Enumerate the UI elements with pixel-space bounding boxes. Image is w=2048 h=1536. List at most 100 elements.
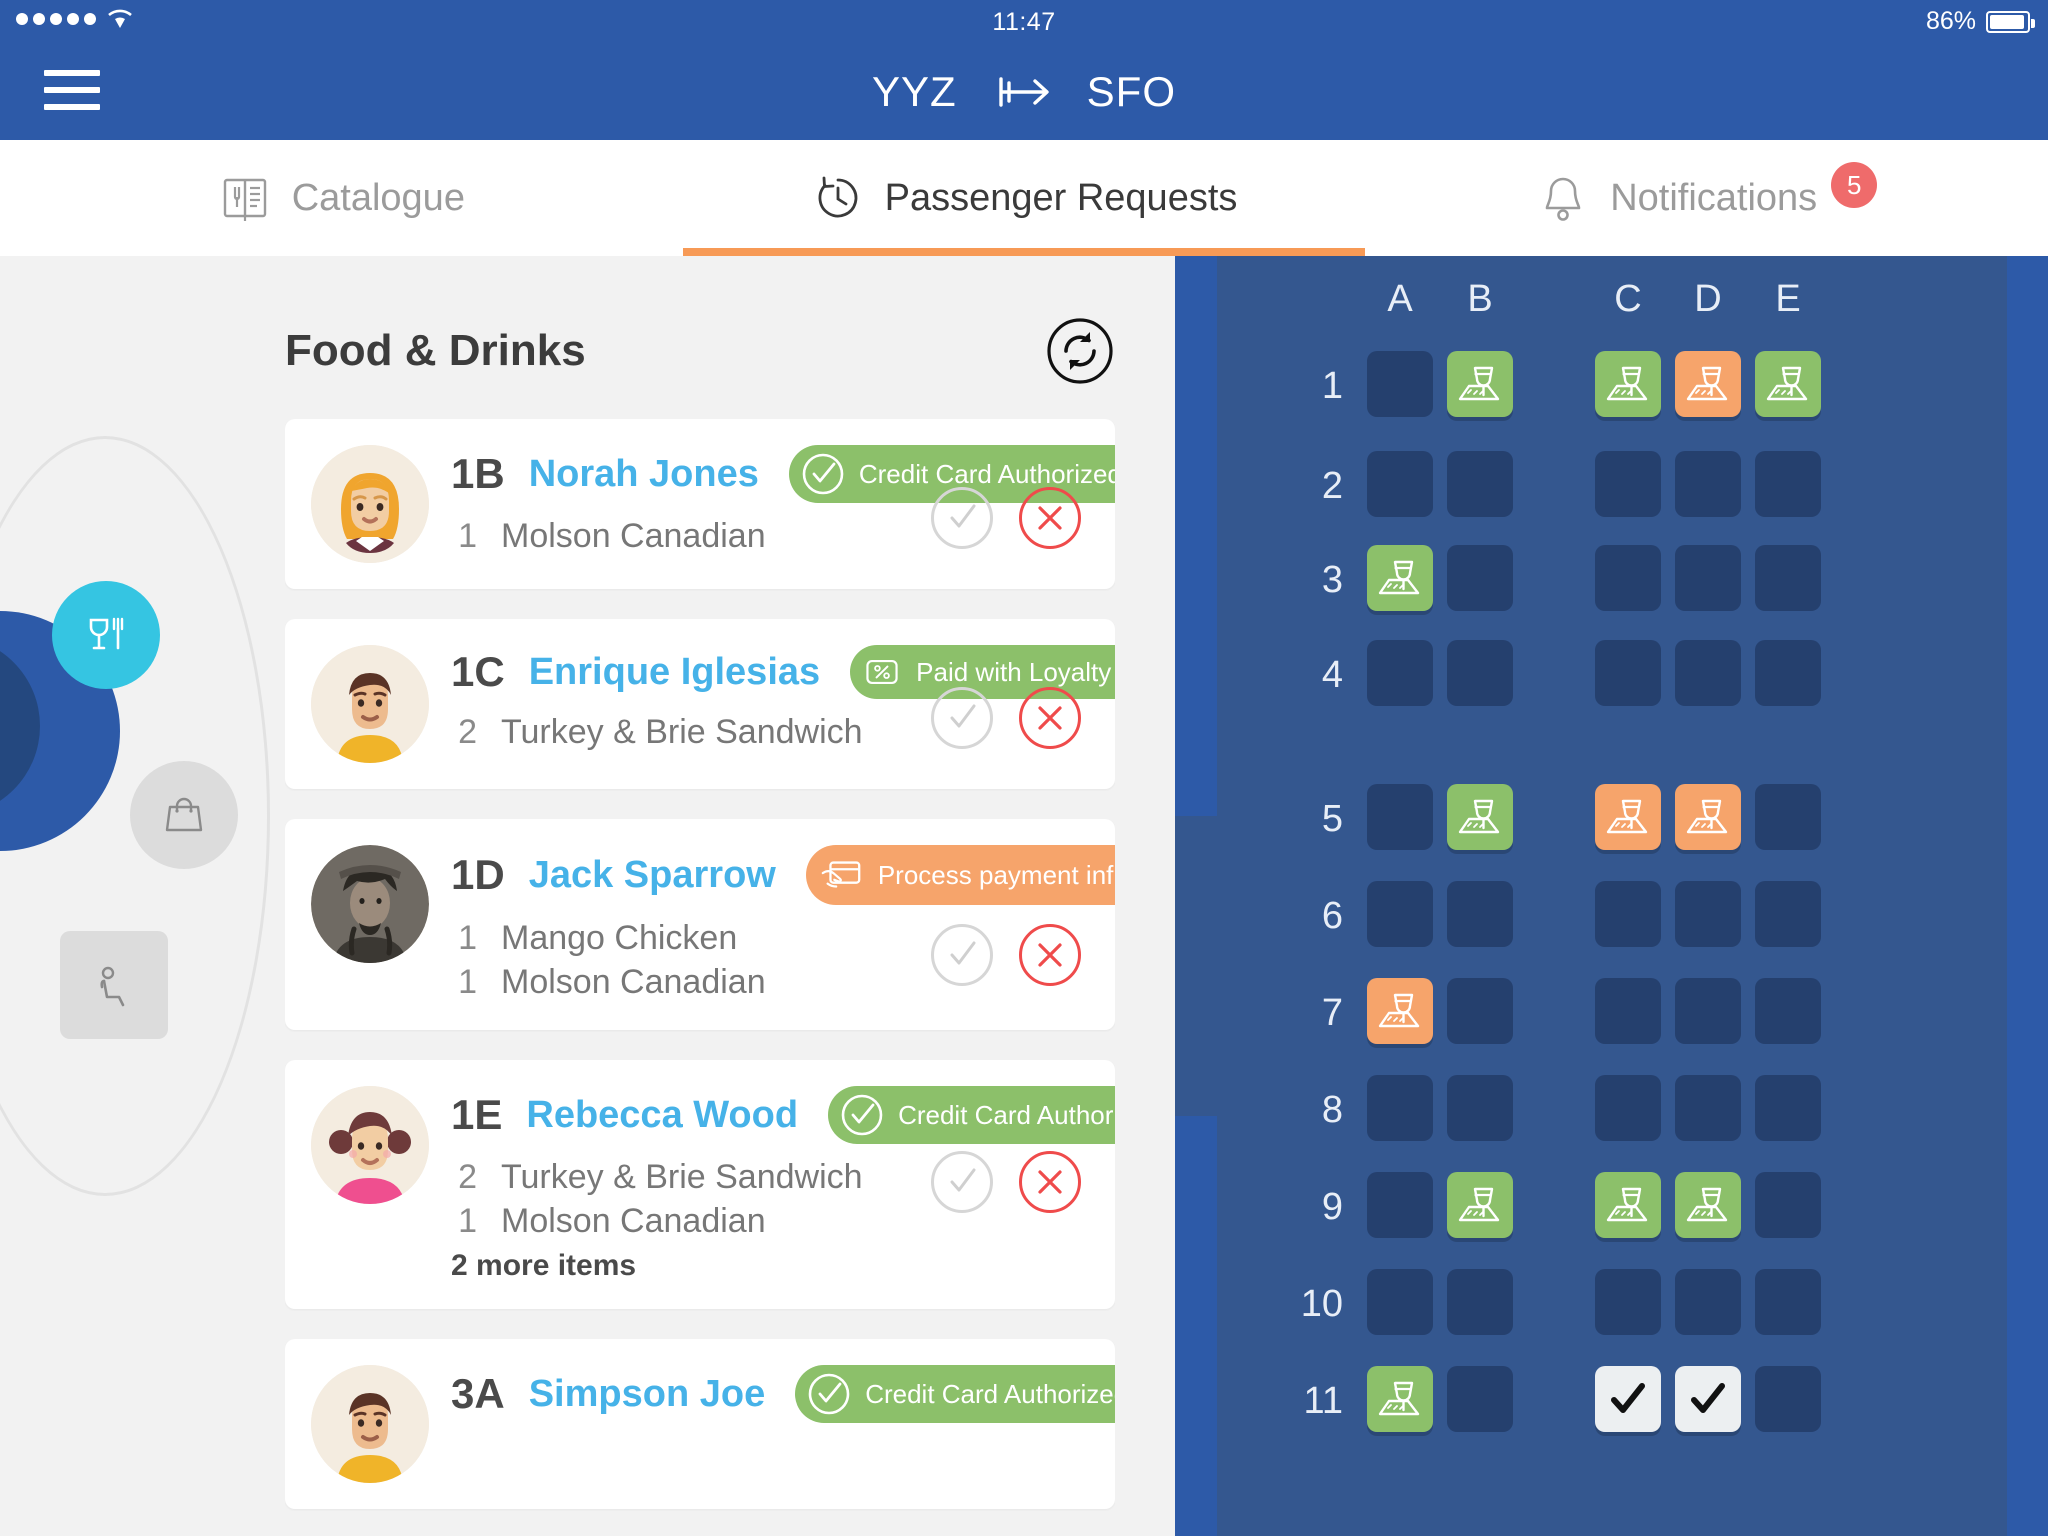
seat-4B[interactable] <box>1447 640 1513 706</box>
rail-item-food-drinks[interactable] <box>52 581 160 689</box>
more-items-label[interactable]: 2 more items <box>451 1249 1085 1283</box>
seat-6E[interactable] <box>1755 881 1821 947</box>
card-actions[interactable] <box>931 1151 1081 1214</box>
reject-request-button[interactable] <box>1019 924 1081 987</box>
tab-notifications[interactable]: Notifications 5 <box>1365 140 2048 256</box>
passenger-name[interactable]: Jack Sparrow <box>529 854 776 897</box>
seat-1C[interactable] <box>1595 351 1661 417</box>
seat-1D[interactable] <box>1675 351 1741 417</box>
seat-7E[interactable] <box>1755 978 1821 1044</box>
request-card[interactable]: 1D Jack Sparrow Process payment inflight… <box>285 819 1115 1031</box>
hand-card-icon <box>818 852 864 898</box>
seat-8B[interactable] <box>1447 1075 1513 1141</box>
seat-2A[interactable] <box>1367 451 1433 517</box>
seat-4D[interactable] <box>1675 640 1741 706</box>
seat-7C[interactable] <box>1595 978 1661 1044</box>
seat-3E[interactable] <box>1755 545 1821 611</box>
seat-6C[interactable] <box>1595 881 1661 947</box>
meal-drink-icon <box>1602 358 1654 410</box>
accept-request-button[interactable] <box>931 487 993 549</box>
status-badge-label: Credit Card Authorized <box>858 458 1115 489</box>
seat-11B[interactable] <box>1447 1366 1513 1432</box>
rail-blue-circle-inner <box>0 636 40 816</box>
reject-request-button[interactable] <box>1019 487 1081 549</box>
passenger-header: 3A Simpson Joe Credit Card Authorized <box>451 1365 1115 1424</box>
tab-passenger-requests[interactable]: Passenger Requests <box>682 140 1366 256</box>
seat-5C[interactable] <box>1595 784 1661 850</box>
seat-9A[interactable] <box>1367 1172 1433 1238</box>
seat-3D[interactable] <box>1675 545 1741 611</box>
airplane-icon <box>991 61 1053 123</box>
seat-3C[interactable] <box>1595 545 1661 611</box>
card-actions[interactable] <box>931 687 1081 749</box>
seat-10D[interactable] <box>1675 1269 1741 1335</box>
seat-11C[interactable] <box>1595 1366 1661 1432</box>
card-actions[interactable] <box>931 924 1081 987</box>
seat-8C[interactable] <box>1595 1075 1661 1141</box>
seat-5E[interactable] <box>1755 784 1821 850</box>
check-icon <box>1685 1376 1731 1422</box>
seat-4C[interactable] <box>1595 640 1661 706</box>
passenger-name[interactable]: Simpson Joe <box>529 1373 766 1416</box>
seat-2E[interactable] <box>1755 451 1821 517</box>
seat-2D[interactable] <box>1675 451 1741 517</box>
seat-2B[interactable] <box>1447 451 1513 517</box>
seat-6B[interactable] <box>1447 881 1513 947</box>
seat-7D[interactable] <box>1675 978 1741 1044</box>
seat-10C[interactable] <box>1595 1269 1661 1335</box>
seat-9C[interactable] <box>1595 1172 1661 1238</box>
accept-request-button[interactable] <box>931 1151 993 1214</box>
seat-5A[interactable] <box>1367 784 1433 850</box>
passenger-name[interactable]: Norah Jones <box>529 453 759 496</box>
rail-item-seat[interactable] <box>60 931 168 1039</box>
seat-7A[interactable] <box>1367 978 1433 1044</box>
seat-9D[interactable] <box>1675 1172 1741 1238</box>
meal-drink-icon <box>1602 1179 1654 1231</box>
seat-10B[interactable] <box>1447 1269 1513 1335</box>
card-actions[interactable] <box>931 487 1081 549</box>
seat-11E[interactable] <box>1755 1366 1821 1432</box>
order-item-qty: 1 <box>458 1201 477 1240</box>
seat-4A[interactable] <box>1367 640 1433 706</box>
seat-1B[interactable] <box>1447 351 1513 417</box>
seat-6A[interactable] <box>1367 881 1433 947</box>
seat-row-label: 1 <box>1321 365 1343 407</box>
rail-item-shopping[interactable] <box>130 761 238 869</box>
seat-3A[interactable] <box>1367 545 1433 611</box>
seat-1E[interactable] <box>1755 351 1821 417</box>
tab-catalogue-label: Catalogue <box>291 176 465 219</box>
seat-2C[interactable] <box>1595 451 1661 517</box>
request-card[interactable]: 3A Simpson Joe Credit Card Authorized <box>285 1339 1115 1510</box>
request-card[interactable]: 1C Enrique Iglesias Paid with Loyalty Ca… <box>285 619 1115 789</box>
seat-3B[interactable] <box>1447 545 1513 611</box>
seat-9E[interactable] <box>1755 1172 1821 1238</box>
request-card[interactable]: 1E Rebecca Wood Credit Card Authorized 2… <box>285 1060 1115 1310</box>
seat-8A[interactable] <box>1367 1075 1433 1141</box>
seat-1A[interactable] <box>1367 351 1433 417</box>
reject-request-button[interactable] <box>1019 1151 1081 1214</box>
accept-request-button[interactable] <box>931 687 993 749</box>
seat-10A[interactable] <box>1367 1269 1433 1335</box>
seat-7B[interactable] <box>1447 978 1513 1044</box>
request-card[interactable]: 1B Norah Jones Credit Card Authorized 1 … <box>285 419 1115 589</box>
seat-8E[interactable] <box>1755 1075 1821 1141</box>
seat-5B[interactable] <box>1447 784 1513 850</box>
seat-10E[interactable] <box>1755 1269 1821 1335</box>
seat-4E[interactable] <box>1755 640 1821 706</box>
passenger-name[interactable]: Rebecca Wood <box>526 1094 798 1137</box>
passenger-name[interactable]: Enrique Iglesias <box>529 651 820 694</box>
seat-5D[interactable] <box>1675 784 1741 850</box>
request-card-list[interactable]: 1B Norah Jones Credit Card Authorized 1 … <box>285 419 1115 1536</box>
status-badge-label: Credit Card Authorized <box>865 1378 1115 1409</box>
seat-11D[interactable] <box>1675 1366 1741 1432</box>
close-circle-icon <box>1032 937 1068 973</box>
seat-9B[interactable] <box>1447 1172 1513 1238</box>
seat-11A[interactable] <box>1367 1366 1433 1432</box>
reject-request-button[interactable] <box>1019 687 1081 749</box>
accept-request-button[interactable] <box>931 924 993 987</box>
seat-8D[interactable] <box>1675 1075 1741 1141</box>
seat-row-label: 6 <box>1321 895 1343 937</box>
seat-6D[interactable] <box>1675 881 1741 947</box>
tab-catalogue[interactable]: Catalogue <box>0 140 683 256</box>
refresh-icon[interactable] <box>1045 316 1115 386</box>
